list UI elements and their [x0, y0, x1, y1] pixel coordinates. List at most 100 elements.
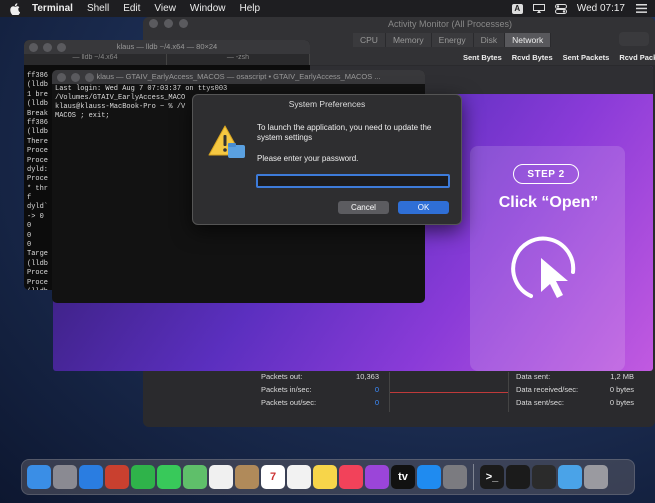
column-headers: Sent Bytes Rcvd Bytes Sent Packets Rcvd …: [463, 53, 655, 62]
terminal-line: Break: [27, 109, 49, 118]
trash-icon[interactable]: [584, 465, 608, 489]
terminal-line: dyld:: [27, 165, 49, 174]
terminal-line: Proce: [27, 269, 49, 278]
password-field[interactable]: [256, 174, 450, 188]
stat-value: 10,363: [356, 372, 379, 381]
menu-edit[interactable]: Edit: [123, 3, 140, 14]
terminal-line: (lldb: [27, 128, 49, 137]
menu-view[interactable]: View: [154, 3, 176, 14]
terminal-line: dyld`: [27, 203, 49, 212]
column-sent-bytes[interactable]: Sent Bytes: [463, 53, 502, 62]
stat-label: Packets out/sec:: [261, 398, 317, 407]
terminal-line: Last login: Wed Aug 7 07:03:37 on ttys00…: [55, 85, 228, 93]
menu-bar: Terminal Shell Edit View Window Help A W…: [0, 0, 655, 17]
messages-icon[interactable]: [157, 465, 181, 489]
dock: 7 tv >_: [21, 459, 635, 495]
list-menu-icon[interactable]: [635, 4, 647, 14]
packets-stats: Packets out: 10,363 Packets in/sec: 0 Pa…: [261, 372, 379, 411]
close-icon[interactable]: [149, 19, 158, 28]
system-preferences-icon[interactable]: [443, 465, 467, 489]
screen-mirroring-icon[interactable]: [532, 4, 545, 14]
click-cursor-icon: [511, 234, 581, 304]
stat-packets-in-sec: Packets in/sec: 0: [261, 385, 379, 398]
terminal-line: Proce: [27, 147, 49, 156]
menu-window[interactable]: Window: [190, 3, 226, 14]
facetime-icon[interactable]: [131, 465, 155, 489]
terminal-line: Proce: [27, 175, 49, 184]
terminal-title: klaus — lldb ~/4.x64 — 80×24: [116, 42, 218, 51]
menubar-clock[interactable]: Wed 07:17: [577, 3, 625, 14]
photo-booth-icon[interactable]: [105, 465, 129, 489]
cancel-button[interactable]: Cancel: [338, 201, 389, 214]
terminal-line: 0: [27, 231, 32, 240]
calendar-icon[interactable]: 7: [261, 465, 285, 489]
terminal-line: 0: [27, 241, 32, 250]
finder-icon[interactable]: [27, 465, 51, 489]
apple-tv-icon[interactable]: tv: [391, 465, 415, 489]
terminal-line: (lldb: [27, 81, 49, 90]
music-icon[interactable]: [339, 465, 363, 489]
minimize-icon[interactable]: [164, 19, 173, 28]
dialog-message: To launch the application, you need to u…: [257, 123, 432, 142]
ok-button[interactable]: OK: [398, 201, 449, 214]
terminal-line: Targe: [27, 250, 49, 259]
stat-label: Packets out:: [261, 372, 303, 381]
tab-cpu[interactable]: CPU: [353, 33, 386, 47]
reminders-icon[interactable]: [287, 465, 311, 489]
menu-shell[interactable]: Shell: [87, 3, 109, 14]
dialog-prompt: Please enter your password.: [257, 154, 359, 163]
dialog-title: System Preferences: [288, 99, 366, 109]
terminal-tabs: — lldb ~/4.x64 — -zsh: [24, 54, 310, 65]
notes-icon[interactable]: [313, 465, 337, 489]
menu-app-name[interactable]: Terminal: [32, 3, 73, 14]
network-graph: [389, 372, 509, 412]
activity-monitor-tabs: CPU Memory Energy Disk Network: [353, 33, 552, 47]
search-field[interactable]: [619, 32, 649, 46]
column-sent-packets[interactable]: Sent Packets: [563, 53, 610, 62]
tab-memory[interactable]: Memory: [385, 33, 432, 47]
tab-energy[interactable]: Energy: [431, 33, 474, 47]
menu-help[interactable]: Help: [240, 3, 261, 14]
photos-icon[interactable]: [209, 465, 233, 489]
app-store-icon[interactable]: [417, 465, 441, 489]
downloads-folder-icon[interactable]: [558, 465, 582, 489]
window-controls: [149, 19, 188, 28]
terminal-titlebar[interactable]: klaus — lldb ~/4.x64 — 80×24: [24, 40, 310, 54]
terminal-line: (lldb: [27, 100, 49, 109]
input-source-badge[interactable]: A: [511, 3, 523, 14]
terminal-line: There: [27, 137, 49, 146]
tab-network[interactable]: Network: [505, 33, 552, 47]
terminal-titlebar[interactable]: klaus — GTAIV_EarlyAccess_MACOS — osascr…: [52, 70, 425, 84]
stat-value: 0: [374, 385, 379, 394]
safari-icon[interactable]: [79, 465, 103, 489]
stat-packets-out-sec: Packets out/sec: 0: [261, 398, 379, 411]
activity-monitor-title: Activity Monitor (All Processes): [388, 19, 513, 29]
activity-monitor-icon[interactable]: [506, 465, 530, 489]
maps-icon[interactable]: [183, 465, 207, 489]
zoom-icon[interactable]: [179, 19, 188, 28]
password-dialog: System Preferences To launch the applica…: [192, 94, 462, 225]
terminal-tab[interactable]: — -zsh: [167, 54, 310, 65]
control-center-icon[interactable]: [554, 3, 567, 14]
column-rcvd-bytes[interactable]: Rcvd Bytes: [512, 53, 553, 62]
console-icon[interactable]: [532, 465, 556, 489]
terminal-line: Proce: [27, 156, 49, 165]
column-rcvd-packets[interactable]: Rcvd Packets: [619, 53, 655, 62]
stat-data-received-sec: Data received/sec: 0 bytes: [516, 385, 634, 398]
contacts-icon[interactable]: [235, 465, 259, 489]
stat-label: Data sent:: [516, 372, 551, 381]
stat-data-sent-sec: Data sent/sec: 0 bytes: [516, 398, 634, 411]
terminal-line: (lldb: [27, 288, 48, 290]
terminal-output: ff386 (lldb 1 bre (lldb Break ff386 (lldb Ther…: [27, 72, 48, 290]
terminal-line: * thr: [27, 184, 49, 193]
podcasts-icon[interactable]: [365, 465, 389, 489]
stat-value: 0 bytes: [609, 398, 634, 407]
apple-menu-icon[interactable]: [10, 2, 22, 15]
terminal-line: 0: [27, 222, 32, 231]
stat-packets-out: Packets out: 10,363: [261, 372, 379, 385]
tab-disk[interactable]: Disk: [473, 33, 506, 47]
terminal-tab[interactable]: — lldb ~/4.x64: [24, 54, 167, 65]
terminal-icon[interactable]: >_: [480, 465, 504, 489]
launchpad-icon[interactable]: [53, 465, 77, 489]
warning-icon: [208, 123, 248, 163]
